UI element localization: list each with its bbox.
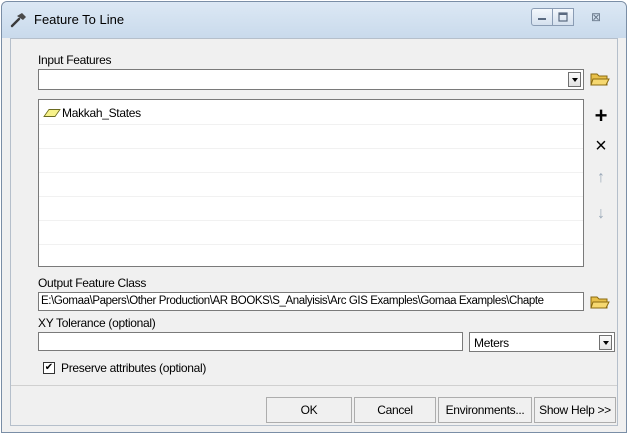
x-icon: × bbox=[595, 135, 607, 157]
close-icon: ⊠ bbox=[590, 10, 602, 24]
xy-tolerance-field[interactable] bbox=[38, 332, 463, 351]
maximize-icon bbox=[558, 12, 568, 22]
move-down-button[interactable]: ↓ bbox=[590, 203, 612, 225]
maximize-button[interactable] bbox=[552, 8, 574, 26]
list-item[interactable]: Makkah_States bbox=[43, 106, 141, 120]
input-features-combobox[interactable] bbox=[38, 69, 584, 90]
remove-button[interactable]: × bbox=[590, 135, 612, 157]
minimize-button[interactable] bbox=[531, 8, 553, 26]
title-bar[interactable]: Feature To Line ⊠ bbox=[2, 2, 626, 38]
arrow-down-icon: ↓ bbox=[597, 205, 605, 222]
cancel-button[interactable]: Cancel bbox=[354, 397, 436, 423]
output-feature-class-field[interactable]: E:\Gomaa\Papers\Other Production\AR BOOK… bbox=[38, 292, 584, 311]
chevron-down-icon[interactable] bbox=[568, 72, 581, 87]
footer-divider bbox=[11, 385, 617, 386]
move-up-button[interactable]: ↑ bbox=[590, 167, 612, 189]
show-help-button[interactable]: Show Help >> bbox=[534, 397, 616, 423]
minimize-icon bbox=[538, 18, 546, 20]
units-selected-value: Meters bbox=[474, 336, 509, 350]
feature-to-line-dialog: Feature To Line ⊠ Input Features Makkah_… bbox=[1, 1, 627, 433]
preserve-attributes-checkbox[interactable]: ✔ bbox=[43, 362, 55, 374]
list-item-label: Makkah_States bbox=[62, 106, 141, 120]
dialog-body: Input Features Makkah_States + × ↑ ↓ Out… bbox=[10, 38, 618, 426]
environments-button[interactable]: Environments... bbox=[438, 397, 532, 423]
hammer-tool-icon bbox=[10, 13, 26, 28]
open-folder-icon[interactable] bbox=[589, 292, 611, 312]
preserve-attributes-label: Preserve attributes (optional) bbox=[61, 361, 207, 375]
chevron-down-icon[interactable] bbox=[599, 335, 612, 350]
input-features-list[interactable]: Makkah_States bbox=[38, 99, 584, 267]
input-features-label: Input Features bbox=[38, 53, 112, 67]
units-dropdown[interactable]: Meters bbox=[469, 332, 615, 352]
checkmark-icon: ✔ bbox=[44, 362, 54, 373]
window-title: Feature To Line bbox=[34, 12, 125, 27]
ok-button[interactable]: OK bbox=[266, 397, 352, 423]
add-button[interactable]: + bbox=[590, 105, 612, 127]
xy-tolerance-label: XY Tolerance (optional) bbox=[38, 316, 156, 330]
output-feature-class-label: Output Feature Class bbox=[38, 276, 147, 290]
polygon-layer-icon bbox=[43, 109, 61, 117]
open-folder-icon[interactable] bbox=[589, 69, 611, 89]
plus-icon: + bbox=[594, 103, 608, 128]
arrow-up-icon: ↑ bbox=[597, 169, 605, 186]
close-button[interactable]: ⊠ bbox=[576, 8, 616, 26]
